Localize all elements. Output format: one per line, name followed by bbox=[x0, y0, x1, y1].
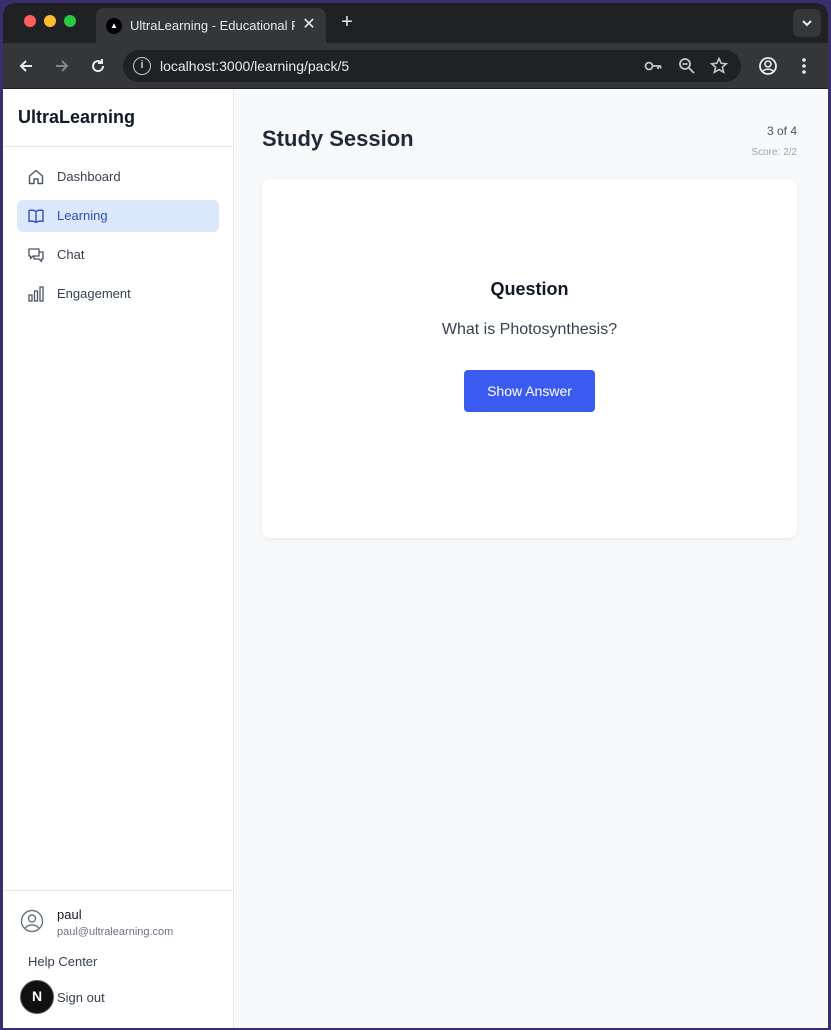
maximize-window-button[interactable] bbox=[64, 15, 76, 27]
brand-title[interactable]: UltraLearning bbox=[18, 107, 135, 128]
help-center-link[interactable]: Help Center bbox=[28, 954, 97, 969]
sidebar-item-dashboard[interactable]: Dashboard bbox=[17, 161, 219, 193]
sidebar-item-engagement[interactable]: Engagement bbox=[17, 278, 219, 310]
sidebar-item-learning[interactable]: Learning bbox=[17, 200, 219, 232]
question-text: What is Photosynthesis? bbox=[441, 321, 618, 338]
tab-strip: ▲ UltraLearning - Educational P ✕ + bbox=[3, 3, 828, 43]
address-bar[interactable]: i localhost:3000/learning/pack/5 bbox=[123, 50, 741, 82]
divider bbox=[3, 890, 234, 891]
url-text[interactable]: localhost:3000/learning/pack/5 bbox=[160, 58, 349, 74]
question-heading: Question bbox=[490, 279, 569, 299]
score-label: Score: 2/2 bbox=[751, 147, 797, 158]
page-title: Study Session bbox=[262, 126, 414, 151]
user-email: paul@ultralearning.com bbox=[57, 926, 174, 938]
account-circle-icon bbox=[759, 57, 777, 75]
close-window-button[interactable] bbox=[24, 15, 36, 27]
user-avatar-icon[interactable] bbox=[20, 909, 44, 933]
book-icon bbox=[27, 207, 45, 225]
show-answer-button[interactable]: Show Answer bbox=[464, 370, 595, 412]
sidebar-nav: Dashboard Learning Chat Engagement bbox=[17, 161, 219, 317]
sign-out-button[interactable]: Sign out bbox=[57, 990, 105, 1005]
arrow-left-icon bbox=[19, 60, 32, 72]
nextjs-dev-indicator[interactable]: N bbox=[20, 980, 54, 1014]
forward-button[interactable] bbox=[51, 55, 73, 77]
zoom-icon[interactable] bbox=[677, 56, 697, 76]
browser-toolbar: i localhost:3000/learning/pack/5 bbox=[3, 43, 828, 89]
back-button[interactable] bbox=[15, 55, 37, 77]
browser-tab[interactable]: ▲ UltraLearning - Educational P ✕ bbox=[96, 8, 326, 43]
progress-counter: 3 of 4 bbox=[766, 124, 797, 138]
reload-icon bbox=[92, 59, 105, 73]
sidebar-item-label: Chat bbox=[57, 247, 85, 262]
chevron-down-icon bbox=[802, 20, 812, 27]
bar-chart-icon bbox=[27, 285, 45, 303]
home-icon bbox=[27, 168, 45, 186]
divider bbox=[3, 146, 234, 147]
tab-title: UltraLearning - Educational P bbox=[130, 18, 295, 33]
tab-close-icon[interactable]: ✕ bbox=[300, 16, 318, 34]
user-name: paul bbox=[57, 907, 82, 922]
sidebar-item-label: Engagement bbox=[57, 286, 131, 301]
password-key-icon[interactable] bbox=[643, 56, 663, 76]
sidebar-item-chat[interactable]: Chat bbox=[17, 239, 219, 271]
favicon-icon: ▲ bbox=[106, 18, 122, 34]
minimize-window-button[interactable] bbox=[44, 15, 56, 27]
browser-window: ▲ UltraLearning - Educational P ✕ + i lo… bbox=[3, 3, 828, 1028]
chat-icon bbox=[27, 246, 45, 264]
bookmark-star-icon[interactable] bbox=[709, 56, 729, 76]
new-tab-button[interactable]: + bbox=[336, 11, 358, 33]
flashcard: Question What is Photosynthesis? Show An… bbox=[262, 179, 797, 538]
sidebar-item-label: Learning bbox=[57, 208, 108, 223]
sidebar-item-label: Dashboard bbox=[57, 169, 121, 184]
arrow-right-icon bbox=[56, 60, 69, 72]
site-info-icon[interactable]: i bbox=[133, 57, 151, 75]
tab-search-button[interactable] bbox=[793, 9, 821, 37]
profile-button[interactable] bbox=[757, 55, 779, 77]
browser-menu-button[interactable] bbox=[793, 55, 815, 77]
more-vertical-icon bbox=[802, 58, 806, 74]
reload-button[interactable] bbox=[87, 55, 109, 77]
sidebar: UltraLearning Dashboard Learning Chat En… bbox=[3, 89, 234, 1028]
